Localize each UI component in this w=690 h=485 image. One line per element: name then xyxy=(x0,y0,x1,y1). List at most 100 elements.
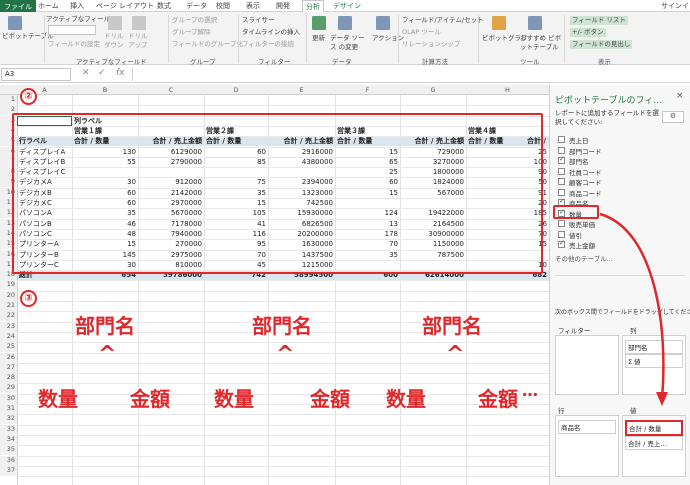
row-header[interactable]: 35 xyxy=(0,445,17,456)
relationships-button[interactable]: リレーションシップ xyxy=(402,40,460,49)
timeline-button[interactable]: タイムラインの挿入 xyxy=(242,28,300,37)
drill-up-button[interactable]: ドリル アップ xyxy=(128,32,152,50)
row-header[interactable]: 33 xyxy=(0,424,17,435)
row-gridline xyxy=(17,301,549,302)
pivot-chart-icon xyxy=(492,16,506,30)
row-header[interactable]: 31 xyxy=(0,404,17,414)
field-label[interactable]: 販売単価 xyxy=(569,219,595,229)
pivot-table-button[interactable]: ピボットテーブル xyxy=(2,32,54,41)
row-item-product[interactable]: 商品名 xyxy=(558,420,616,434)
row-header[interactable]: 28 xyxy=(0,373,17,384)
pane-settings-gear-icon[interactable]: ⚙ xyxy=(662,111,684,123)
tab-analyze[interactable]: 分析 xyxy=(302,0,324,12)
pane-close-icon[interactable]: × xyxy=(676,91,684,101)
column-header[interactable]: B xyxy=(72,86,138,94)
field-label[interactable]: 売上金額 xyxy=(569,240,595,250)
cancel-icon[interactable]: ✕ xyxy=(82,68,90,78)
field-label[interactable]: 商品コード xyxy=(569,188,602,198)
field-label[interactable]: 値引 xyxy=(569,230,582,240)
row-header[interactable]: 36 xyxy=(0,455,17,466)
group-label-show: 表示 xyxy=(598,58,611,66)
formula-bar: A3 ✕ ✓ fx xyxy=(0,66,690,83)
annotation-amt-1: 金額 xyxy=(130,387,170,411)
recommended-pivot-button[interactable]: おすすめ ピボットテーブル xyxy=(520,34,564,52)
field-checkbox[interactable] xyxy=(558,136,565,143)
enter-icon[interactable]: ✓ xyxy=(98,68,106,78)
row-header[interactable]: 26 xyxy=(0,352,17,363)
field-label[interactable]: 部門名 xyxy=(569,156,589,166)
field-label[interactable]: 社員コード xyxy=(569,167,602,177)
tab-home[interactable]: ホーム xyxy=(38,1,59,11)
field-checkbox[interactable] xyxy=(558,146,565,154)
field-checkbox[interactable] xyxy=(558,230,565,238)
row-header[interactable]: 34 xyxy=(0,434,17,445)
group-selection-button[interactable]: グループの選択 xyxy=(172,16,217,25)
tab-formulas[interactable]: 数式 xyxy=(157,1,171,11)
annotation-qty-3: 数量 xyxy=(386,387,426,411)
column-header[interactable]: G xyxy=(400,86,466,94)
tab-file[interactable]: ファイル xyxy=(0,0,36,12)
field-checkbox[interactable] xyxy=(558,155,565,164)
row-header[interactable]: 24 xyxy=(0,331,17,342)
change-source-button[interactable]: データ ソース の変更 xyxy=(330,34,370,52)
field-label[interactable]: 顧客コード xyxy=(569,177,602,187)
row-header[interactable]: 37 xyxy=(0,465,17,476)
row-gridline xyxy=(17,404,549,405)
tab-design[interactable]: デザイン xyxy=(333,1,361,11)
tab-developer[interactable]: 開発 xyxy=(276,1,290,11)
olap-tools-button[interactable]: OLAP ツール xyxy=(402,28,441,37)
column-header[interactable]: D xyxy=(204,86,268,94)
ungroup-button[interactable]: グループ解除 xyxy=(172,28,211,37)
field-settings-button[interactable]: フィールドの設定 xyxy=(48,40,100,49)
drill-down-button[interactable]: ドリル ダウン xyxy=(104,32,128,50)
tab-insert[interactable]: 挿入 xyxy=(70,1,84,11)
active-field-input[interactable] xyxy=(48,25,96,35)
row-header[interactable]: 30 xyxy=(0,393,17,404)
refresh-button[interactable]: 更新 xyxy=(312,34,325,43)
row-header[interactable]: 27 xyxy=(0,362,17,373)
group-label-data: データ xyxy=(332,58,352,66)
row-gridline xyxy=(17,434,549,436)
tab-data[interactable]: データ xyxy=(186,1,207,11)
plus-minus-buttons-toggle[interactable]: +/- ボタン xyxy=(570,28,606,37)
row-header[interactable]: 22 xyxy=(0,311,17,322)
tab-review[interactable]: 校閲 xyxy=(216,1,230,11)
row-header[interactable]: 1 xyxy=(0,95,17,105)
column-header[interactable]: F xyxy=(335,86,400,94)
fields-items-button[interactable]: フィールド/アイテム/セット xyxy=(402,16,484,25)
field-list-toggle[interactable]: フィールド リスト xyxy=(570,16,628,25)
column-header[interactable]: C xyxy=(138,86,204,94)
formula-input[interactable] xyxy=(132,68,684,81)
tab-view[interactable]: 表示 xyxy=(246,1,260,11)
row-header[interactable]: 19 xyxy=(0,280,17,291)
row-header[interactable]: 21 xyxy=(0,301,17,311)
field-checkbox[interactable] xyxy=(558,178,565,185)
column-header[interactable]: H xyxy=(466,86,549,94)
sign-in-link[interactable]: サインイン xyxy=(661,1,690,11)
row-gridline xyxy=(17,445,549,447)
row-header[interactable]: 23 xyxy=(0,321,17,332)
field-checkbox[interactable] xyxy=(558,167,565,175)
rows-drop-zone[interactable]: 商品名 xyxy=(555,415,619,477)
field-checkbox[interactable] xyxy=(558,239,565,248)
row-header[interactable]: 29 xyxy=(0,383,17,394)
actions-button[interactable]: アクション xyxy=(372,34,404,43)
filter-connections-button[interactable]: フィルターの接続 xyxy=(242,40,294,49)
values-drop-zone[interactable]: 合計 / 数量 合計 / 売上… xyxy=(622,415,686,477)
group-field-button[interactable]: フィールドのグループ化 xyxy=(172,40,243,49)
field-label[interactable]: 売上日 xyxy=(569,135,589,145)
field-checkbox[interactable] xyxy=(558,220,565,227)
field-label[interactable]: 部門コード xyxy=(569,146,602,156)
value-item-amount[interactable]: 合計 / 売上… xyxy=(625,436,683,450)
field-headers-toggle[interactable]: フィールドの見出し xyxy=(570,40,633,49)
row-header[interactable]: 20 xyxy=(0,290,17,301)
tab-page-layout[interactable]: ページ レイアウト xyxy=(96,1,154,11)
insert-function-icon[interactable]: fx xyxy=(116,68,125,78)
value-item-qty[interactable]: 合計 / 数量 xyxy=(625,420,683,436)
name-box[interactable]: A3 xyxy=(1,68,71,81)
field-checkbox[interactable] xyxy=(558,188,565,196)
slicer-button[interactable]: スライサー xyxy=(242,16,275,25)
row-header[interactable]: 25 xyxy=(0,342,17,353)
column-header[interactable]: E xyxy=(268,86,335,94)
row-header[interactable]: 32 xyxy=(0,414,17,425)
